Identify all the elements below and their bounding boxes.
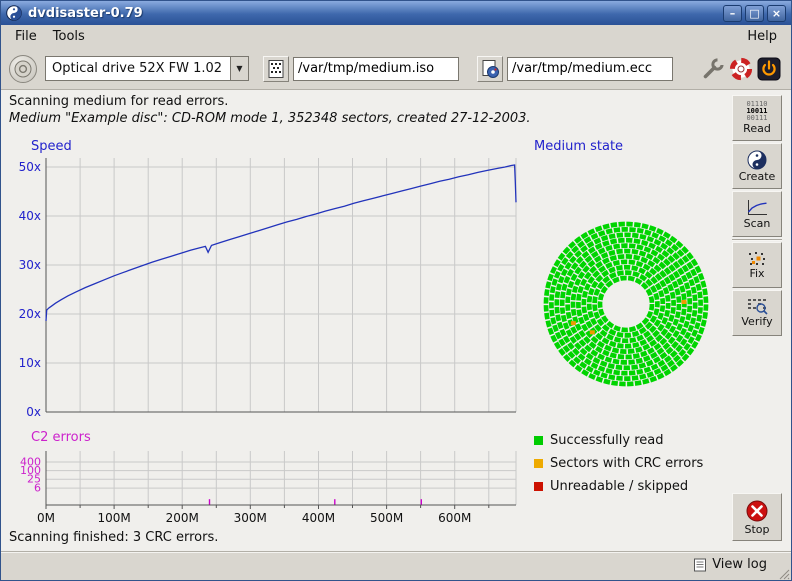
legend-swatch [534, 482, 543, 491]
legend-item: Unreadable / skipped [534, 475, 703, 498]
dvdisaster-window: dvdisaster-0.79 – □ × File Tools Help Op… [0, 0, 792, 581]
create-button-label: Create [739, 170, 776, 183]
menubar: File Tools Help [1, 25, 791, 48]
svg-text:10x: 10x [19, 356, 41, 370]
quit-button[interactable] [755, 55, 783, 83]
disaster-disc-icon [729, 57, 753, 81]
medium-state-title: Medium state [534, 139, 623, 154]
svg-text:50x: 50x [19, 160, 41, 174]
legend-swatch [534, 436, 543, 445]
scan-button-label: Scan [744, 217, 771, 230]
preferences-button[interactable] [699, 55, 727, 83]
svg-text:40x: 40x [19, 209, 41, 223]
svg-text:600M: 600M [438, 511, 471, 525]
ecc-file-icon [480, 59, 500, 79]
svg-text:0M: 0M [37, 511, 55, 525]
svg-text:6: 6 [34, 482, 41, 495]
c2-chart-title: C2 errors [31, 430, 91, 445]
read-button[interactable]: 01110 10011 00111 Read [732, 95, 782, 141]
fix-button[interactable]: Fix [732, 242, 782, 288]
svg-text:30x: 30x [19, 258, 41, 272]
app-icon [6, 5, 22, 21]
svg-text:300M: 300M [234, 511, 267, 525]
finished-status: Scanning finished: 3 CRC errors. [9, 530, 218, 545]
stop-button-label: Stop [744, 523, 769, 536]
window-title: dvdisaster-0.79 [28, 6, 720, 21]
drive-select-value: Optical drive 52X FW 1.02 [46, 57, 230, 80]
read-button-label: Read [743, 122, 771, 135]
create-button[interactable]: Create [732, 143, 782, 189]
medium-info-line: Medium "Example disc": CD-ROM mode 1, 35… [9, 111, 531, 126]
svg-text:200M: 200M [166, 511, 199, 525]
drive-select[interactable]: Optical drive 52X FW 1.02 ▼ [45, 56, 249, 81]
menu-tools[interactable]: Tools [45, 27, 93, 46]
binary-file-icon [266, 59, 286, 79]
fix-button-label: Fix [749, 267, 764, 280]
titlebar: dvdisaster-0.79 – □ × [1, 1, 791, 25]
verify-button-label: Verify [741, 315, 772, 328]
wrench-icon [701, 57, 725, 81]
ecc-file-button[interactable] [477, 56, 503, 82]
c2-errors-chart: 4001002560M100M200M300M400M500M600M [13, 447, 518, 531]
minimize-button[interactable]: – [723, 5, 742, 22]
drive-icon [13, 59, 33, 79]
drive-button[interactable] [9, 55, 37, 83]
view-log-label: View log [712, 557, 767, 572]
sidebar-divider [732, 239, 782, 241]
medium-state-legend: Successfully read Sectors with CRC error… [534, 429, 703, 498]
verify-button[interactable]: Verify [732, 290, 782, 336]
svg-text:0x: 0x [26, 405, 41, 418]
fix-icon [747, 251, 767, 267]
statusbar: View log [1, 551, 791, 580]
medium-state-disc [537, 215, 715, 393]
verify-icon [746, 298, 768, 315]
yinyang-create-icon [747, 150, 767, 170]
legend-swatch [534, 459, 543, 468]
ecc-path-input[interactable] [507, 57, 673, 81]
menu-help[interactable]: Help [739, 27, 785, 46]
legend-item: Successfully read [534, 429, 703, 452]
close-button[interactable]: × [767, 5, 786, 22]
menu-file[interactable]: File [7, 27, 45, 46]
iso-file-button[interactable] [263, 56, 289, 82]
power-icon [757, 57, 781, 81]
stop-icon [745, 499, 769, 523]
svg-text:500M: 500M [370, 511, 403, 525]
resize-grip[interactable] [776, 565, 790, 579]
chevron-down-icon: ▼ [230, 57, 248, 80]
stop-button[interactable]: Stop [732, 493, 782, 541]
speed-chart-title: Speed [31, 139, 72, 154]
scan-chart-icon [746, 199, 768, 217]
svg-text:400M: 400M [302, 511, 335, 525]
about-button[interactable] [727, 55, 755, 83]
toolbar: Optical drive 52X FW 1.02 ▼ [1, 48, 791, 90]
scan-button[interactable]: Scan [732, 191, 782, 237]
speed-chart: 0x 10x 20x 30x 40x 50x [13, 156, 518, 418]
scan-status-line: Scanning medium for read errors. [9, 94, 228, 109]
binary-read-icon: 01110 10011 00111 [746, 101, 767, 122]
main-area: Scanning medium for read errors. Medium … [1, 91, 791, 552]
legend-item: Sectors with CRC errors [534, 452, 703, 475]
iso-path-input[interactable] [293, 57, 459, 81]
svg-text:20x: 20x [19, 307, 41, 321]
maximize-button[interactable]: □ [745, 5, 764, 22]
log-icon [693, 558, 707, 572]
svg-text:100M: 100M [97, 511, 130, 525]
view-log-button[interactable]: View log [693, 557, 767, 572]
